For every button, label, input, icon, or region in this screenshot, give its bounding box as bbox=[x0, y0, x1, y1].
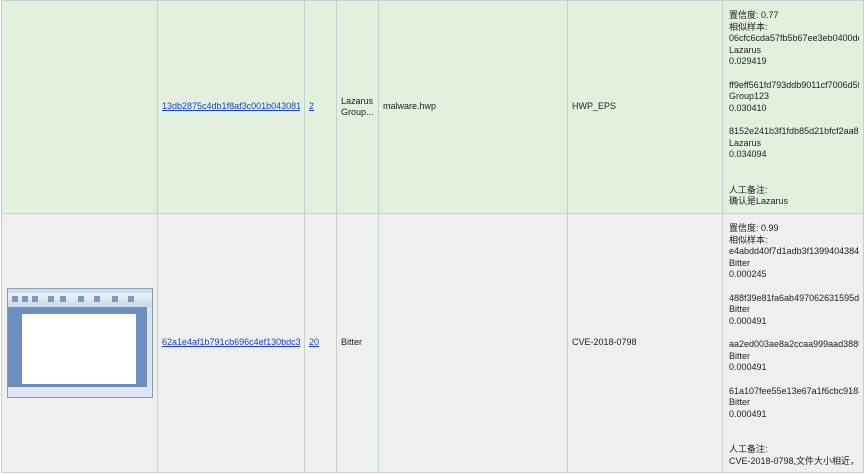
exploit-type: HWP_EPS bbox=[572, 101, 617, 112]
similar-group: Bitter bbox=[729, 397, 751, 407]
sample-count-link[interactable]: 20 bbox=[309, 337, 319, 347]
filename: malware.hwp bbox=[383, 101, 437, 112]
similar-group: Bitter bbox=[729, 304, 751, 314]
table-row: 13db2875c4db1f8af3c001b043081... 2 Lazar… bbox=[1, 0, 864, 214]
screenshot-cell bbox=[1, 213, 158, 473]
sample-hash-link[interactable]: 62a1e4af1b791cb696c4ef130bdc3b... bbox=[162, 337, 300, 349]
similar-score: 0.000245 bbox=[729, 269, 767, 279]
similar-group: Lazarus bbox=[729, 137, 762, 148]
filename-cell bbox=[378, 213, 568, 473]
similar-hash: ff9eff561fd793ddb9011cf7006d5f... bbox=[729, 79, 859, 90]
document-screenshot-thumbnail[interactable] bbox=[6, 288, 153, 398]
similar-score: 0.000491 bbox=[729, 315, 767, 326]
similar-group: Group123 bbox=[729, 91, 770, 101]
exploit-type: CVE-2018-0798 bbox=[572, 337, 637, 348]
similar-hash: e4abdd40f7d1adb3f13994043848... bbox=[729, 246, 859, 256]
exploit-cell: CVE-2018-0798 bbox=[567, 213, 723, 473]
analysis-cell: 置信度: 0.77 相似样本: 06cfc6cda57fb5b67ee3eb04… bbox=[722, 0, 864, 214]
similar-score: 0.029419 bbox=[729, 56, 767, 66]
analysis-cell: 置信度: 0.99 相似样本: e4abdd40f7d1adb3f1399404… bbox=[722, 213, 864, 473]
note-text: 确认是Lazarus bbox=[729, 196, 789, 206]
sample-table: 13db2875c4db1f8af3c001b043081... 2 Lazar… bbox=[1, 0, 864, 473]
sample-hash-link[interactable]: 13db2875c4db1f8af3c001b043081... bbox=[162, 101, 300, 113]
similar-score: 0.000491 bbox=[729, 408, 767, 419]
count-cell: 2 bbox=[304, 0, 337, 214]
note-label: 人工备注: bbox=[729, 444, 768, 454]
similar-hash: 06cfc6cda57fb5b67ee3eb0400dd... bbox=[729, 33, 859, 43]
filename-cell: malware.hwp bbox=[378, 0, 568, 214]
similar-score: 0.034094 bbox=[729, 149, 767, 159]
group-label: Bitter bbox=[341, 337, 363, 348]
similar-hash: 488f39e81fa6ab497062631595da... bbox=[729, 292, 859, 303]
exploit-cell: HWP_EPS bbox=[567, 0, 723, 214]
similar-group: Bitter bbox=[729, 350, 751, 361]
hash-cell: 62a1e4af1b791cb696c4ef130bdc3b... bbox=[157, 213, 305, 473]
group-cell: Bitter bbox=[336, 213, 379, 473]
note-label: 人工备注: bbox=[729, 184, 768, 195]
similar-group: Bitter bbox=[729, 257, 751, 268]
similar-score: 0.000491 bbox=[729, 362, 767, 372]
hash-cell: 13db2875c4db1f8af3c001b043081... bbox=[157, 0, 305, 214]
group-cell: Lazarus Group... bbox=[336, 0, 379, 214]
confidence: 置信度: 0.99 bbox=[729, 223, 779, 233]
similar-hash: 8152e241b3f1fdb85d21bfcf2aa8a... bbox=[729, 126, 859, 136]
similar-hash: aa2ed003ae8a2ccaa999aad3889... bbox=[729, 339, 859, 349]
similar-group: Lazarus bbox=[729, 44, 762, 55]
confidence: 置信度: 0.77 bbox=[729, 10, 779, 20]
table-row: 62a1e4af1b791cb696c4ef130bdc3b... 20 Bit… bbox=[1, 213, 864, 473]
group-label: Lazarus Group... bbox=[341, 95, 374, 118]
count-cell: 20 bbox=[304, 213, 337, 473]
similar-hash: 61a107fee55e13e67a1f6cbc9183... bbox=[729, 385, 859, 396]
screenshot-cell bbox=[1, 0, 158, 214]
similar-label: 相似样本: bbox=[729, 21, 768, 32]
similar-label: 相似样本: bbox=[729, 234, 768, 245]
sample-count-link[interactable]: 2 bbox=[309, 101, 314, 111]
similar-score: 0.030410 bbox=[729, 102, 767, 113]
note-text: CVE-2018-0798,文件大小相近，漏... bbox=[729, 455, 859, 466]
